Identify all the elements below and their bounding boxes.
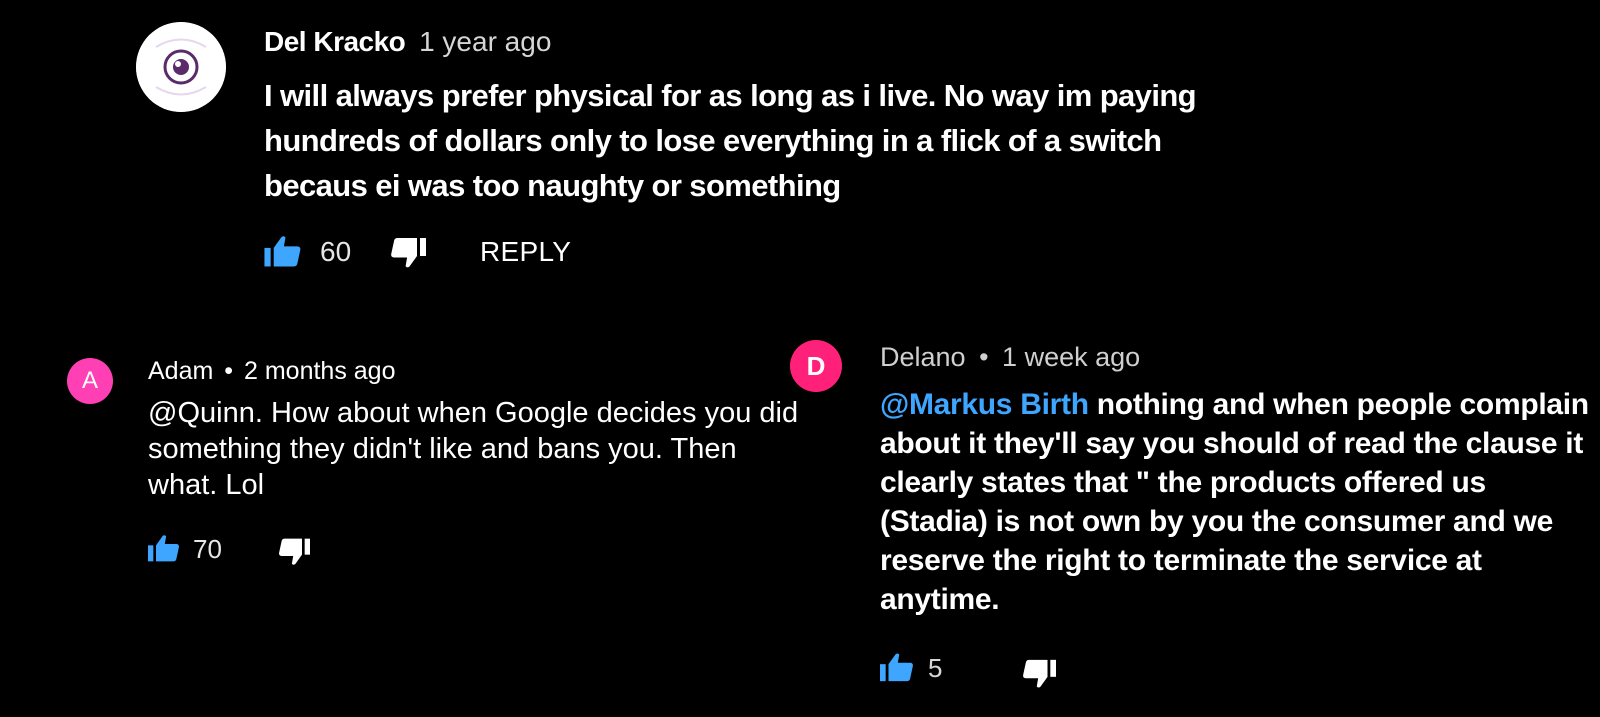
avatar[interactable]: A [67, 358, 113, 404]
comment-text: @Quinn. How about when Google decides yo… [148, 397, 799, 501]
mention-link[interactable]: @Markus Birth [880, 388, 1089, 421]
like-count: 70 [193, 534, 222, 564]
comment-delano: D Delano • 1 week ago @Markus Birth noth… [790, 330, 1600, 717]
avatar[interactable] [136, 22, 226, 112]
timestamp[interactable]: 1 year ago [419, 26, 551, 57]
comment-header: Adam • 2 months ago [148, 355, 395, 387]
reply-button[interactable]: REPLY [480, 234, 571, 270]
comment-text: @Markus Birth nothing and when people co… [880, 385, 1590, 619]
comment-text: I will always prefer physical for as lon… [264, 78, 1197, 203]
thumbs-up-icon[interactable] [880, 651, 914, 683]
like-count: 60 [320, 236, 352, 267]
separator-dot: • [224, 357, 234, 385]
thumbs-down-icon[interactable] [278, 537, 310, 567]
comment-del-kracko: Del Kracko 1 year ago I will always pref… [0, 0, 1600, 300]
comment-text-content: nothing and when people complain about i… [880, 388, 1589, 616]
author-name[interactable]: Adam [148, 357, 213, 385]
like-count: 5 [928, 653, 943, 683]
thumbs-up-icon[interactable] [264, 234, 302, 268]
comment-header: Delano • 1 week ago [880, 340, 1140, 374]
eye-logo-icon [136, 22, 226, 112]
separator-dot: • [979, 342, 989, 372]
timestamp[interactable]: 1 week ago [1002, 342, 1140, 372]
timestamp[interactable]: 2 months ago [244, 357, 396, 385]
author-name[interactable]: Delano [880, 342, 966, 372]
thumbs-down-icon[interactable] [1022, 658, 1056, 690]
thumbs-down-icon[interactable] [390, 236, 426, 270]
author-name[interactable]: Del Kracko [264, 26, 406, 57]
thumbs-up-icon[interactable] [148, 533, 180, 563]
avatar[interactable]: D [790, 340, 842, 392]
comment-adam: A Adam • 2 months ago @Quinn. How about … [0, 340, 800, 600]
comment-header: Del Kracko 1 year ago [264, 24, 551, 60]
